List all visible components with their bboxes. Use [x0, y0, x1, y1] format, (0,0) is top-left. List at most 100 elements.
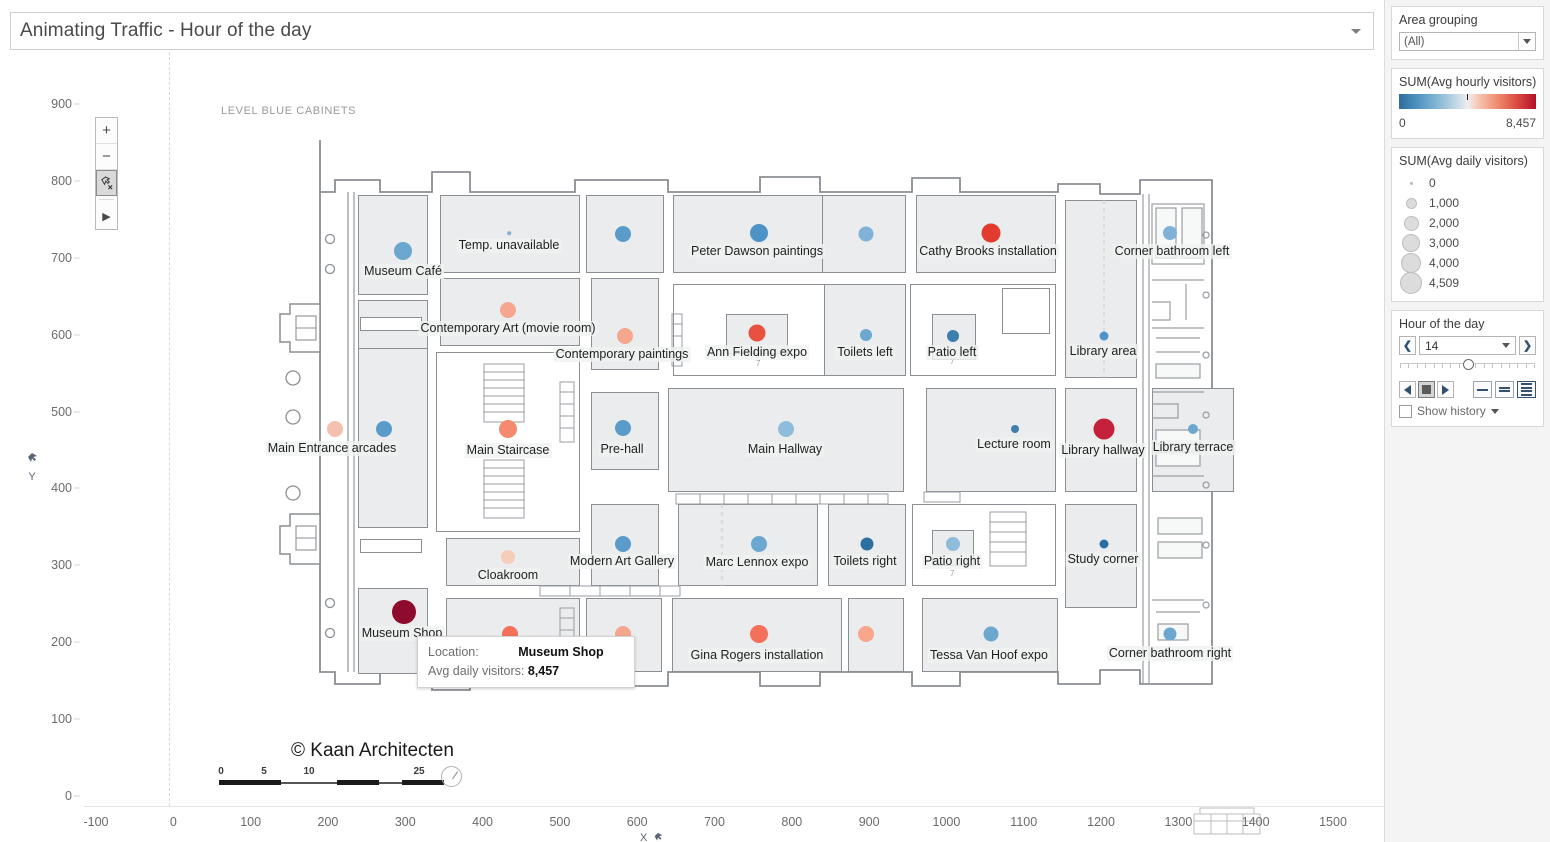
- pages-slider[interactable]: [1400, 359, 1535, 375]
- stop-icon[interactable]: [1418, 381, 1435, 398]
- pages-value-select[interactable]: 14: [1419, 336, 1516, 355]
- map-mark[interactable]: [499, 420, 517, 438]
- size-legend-item[interactable]: 1,000: [1399, 193, 1536, 213]
- map-mark[interactable]: [751, 536, 767, 552]
- speed-medium-icon[interactable]: [1495, 381, 1514, 398]
- x-axis-tick: 1400: [1241, 815, 1270, 829]
- size-legend-item[interactable]: 2,000: [1399, 213, 1536, 233]
- map-mark[interactable]: [750, 224, 768, 242]
- pin-clear-icon[interactable]: [96, 170, 117, 196]
- pages-title: Hour of the day: [1399, 317, 1485, 331]
- x-axis-title[interactable]: X: [640, 832, 665, 842]
- color-gradient-tick: [1399, 94, 1536, 114]
- room-label: Patio right: [921, 554, 983, 569]
- map-mark[interactable]: [1163, 226, 1177, 240]
- floorplan-map: LEVEL BLUE CABINETS 7 7 7 Museum Café Te…: [0, 52, 1384, 842]
- chevron-down-icon[interactable]: [1502, 343, 1510, 348]
- map-mark[interactable]: [615, 226, 631, 242]
- map-mark[interactable]: [860, 537, 874, 551]
- pages-slider-handle[interactable]: [1463, 359, 1475, 370]
- chevron-down-icon[interactable]: [1519, 33, 1535, 50]
- color-legend-min: 0: [1399, 116, 1406, 130]
- map-toolbar[interactable]: + − ▶: [95, 117, 118, 230]
- map-mark[interactable]: [327, 421, 343, 437]
- map-mark[interactable]: [750, 625, 768, 643]
- x-axis-tick: 100: [240, 815, 262, 829]
- size-legend-bubble-wrap: [1399, 215, 1423, 231]
- room-label: Peter Dawson paintings: [688, 244, 826, 259]
- map-mark[interactable]: [858, 626, 874, 642]
- map-mark[interactable]: [501, 550, 515, 564]
- speed-slow-icon[interactable]: [1473, 381, 1492, 398]
- map-mark[interactable]: [1099, 331, 1109, 341]
- play-forward-icon[interactable]: [1437, 381, 1454, 398]
- map-mark[interactable]: [860, 329, 872, 341]
- map-mark[interactable]: [748, 324, 766, 342]
- pages-control-card: Hour of the day ❮ 14 ❯ Show history: [1391, 310, 1544, 427]
- area-grouping-select[interactable]: (All): [1399, 32, 1536, 51]
- legend-sidebar: Area grouping (All) SUM(Avg hourly visit…: [1384, 0, 1550, 842]
- room-label: Cathy Brooks installation: [917, 244, 1059, 259]
- map-mark[interactable]: [507, 231, 511, 235]
- map-mark[interactable]: [1099, 539, 1109, 549]
- map-mark[interactable]: [1093, 418, 1115, 440]
- x-axis-tick: 300: [394, 815, 416, 829]
- chevron-down-icon[interactable]: [1351, 28, 1361, 34]
- tooltip-location-value: Museum Shop: [518, 645, 604, 659]
- area-grouping-title: Area grouping: [1399, 13, 1478, 27]
- scale-tick: 10: [303, 766, 315, 777]
- map-mark[interactable]: [778, 421, 794, 437]
- map-mark[interactable]: [1163, 627, 1177, 641]
- pages-current-value: 14: [1425, 338, 1439, 353]
- show-history-checkbox[interactable]: [1399, 404, 1412, 418]
- dashboard-title-bar[interactable]: Animating Traffic - Hour of the day: [10, 12, 1374, 50]
- map-mark[interactable]: [500, 302, 516, 318]
- chevron-left-icon[interactable]: ❮: [1399, 336, 1416, 355]
- size-legend-label: 4,000: [1429, 256, 1460, 270]
- play-button[interactable]: ▶: [96, 203, 117, 229]
- room-label: Marc Lennox expo: [703, 555, 811, 570]
- area-grouping-card: Area grouping (All): [1391, 6, 1544, 60]
- color-legend-title: SUM(Avg hourly visitors): [1399, 75, 1537, 89]
- size-legend-item[interactable]: 3,000: [1399, 233, 1536, 253]
- room-label: Modern Art Gallery: [567, 554, 677, 569]
- size-legend-bubble-wrap: [1399, 253, 1423, 273]
- size-legend-label: 1,000: [1429, 196, 1460, 210]
- play-reverse-icon[interactable]: [1399, 381, 1416, 398]
- x-axis-tick: -100: [83, 815, 109, 829]
- svg-text:7: 7: [950, 569, 955, 578]
- x-axis-tick: 1300: [1164, 815, 1193, 829]
- room-label: Study corner: [1065, 552, 1141, 567]
- room-label: Main Entrance arcades: [265, 441, 399, 456]
- chevron-down-icon[interactable]: [1490, 408, 1499, 414]
- zoom-out-button[interactable]: −: [96, 144, 117, 170]
- chevron-right-icon[interactable]: ❯: [1519, 336, 1536, 355]
- map-mark[interactable]: [617, 328, 633, 344]
- map-mark[interactable]: [983, 626, 999, 642]
- speed-fast-icon[interactable]: [1517, 381, 1536, 398]
- scale-tick: 5: [261, 766, 267, 777]
- scale-tick: 25: [413, 766, 425, 777]
- map-mark[interactable]: [1011, 425, 1019, 433]
- map-mark[interactable]: [392, 600, 416, 624]
- map-mark[interactable]: [946, 537, 960, 551]
- size-legend-item[interactable]: 0: [1399, 173, 1536, 193]
- size-legend-item[interactable]: 4,509: [1399, 272, 1536, 294]
- map-mark[interactable]: [858, 226, 874, 242]
- map-mark[interactable]: [376, 421, 392, 437]
- room-label: Gina Rogers installation: [688, 648, 826, 663]
- map-mark[interactable]: [1188, 424, 1198, 434]
- zoom-in-button[interactable]: +: [96, 118, 117, 144]
- map-mark[interactable]: [615, 536, 631, 552]
- room-label: Museum Café: [362, 264, 444, 279]
- map-mark[interactable]: [394, 242, 412, 260]
- map-mark[interactable]: [981, 223, 1001, 243]
- size-legend-item[interactable]: 4,000: [1399, 253, 1536, 273]
- x-axis-tick: 900: [858, 815, 880, 829]
- room-label: Corner bathroom left: [1112, 244, 1232, 259]
- room-label: Tessa Van Hoof expo: [928, 648, 1050, 663]
- size-legend-card: SUM(Avg daily visitors) 0 1,000 2,000 3,000…: [1391, 147, 1544, 302]
- map-mark[interactable]: [615, 420, 631, 436]
- map-mark[interactable]: [947, 330, 959, 342]
- area-grouping-value: (All): [1404, 35, 1425, 48]
